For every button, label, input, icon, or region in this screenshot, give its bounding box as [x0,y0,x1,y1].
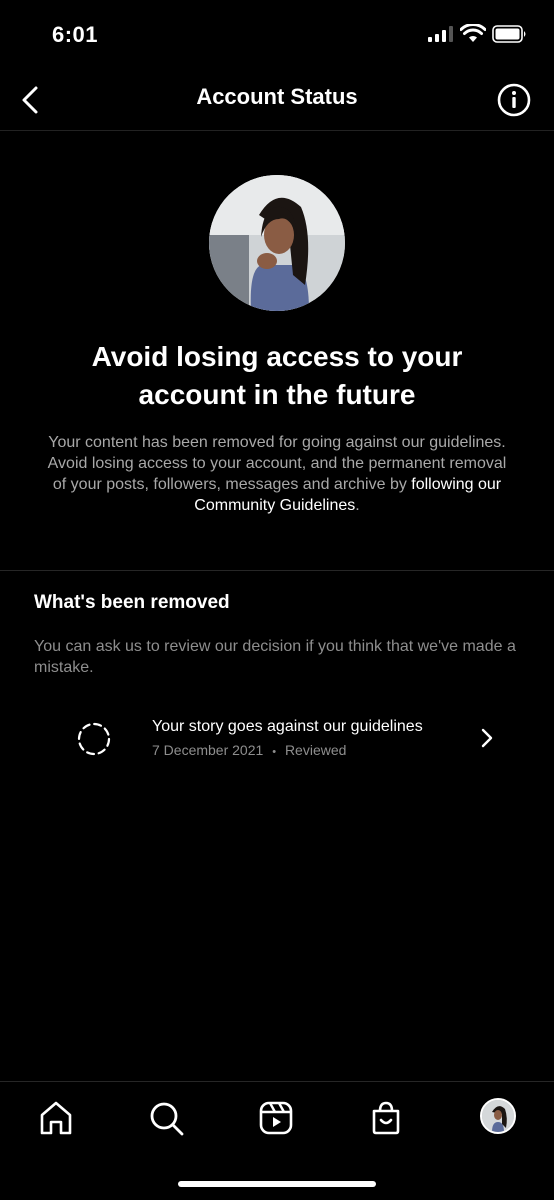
home-indicator [178,1181,376,1187]
navigation-header: Account Status [0,70,554,131]
profile-photo [209,175,345,311]
explanation-suffix: . [355,497,360,514]
profile-photo-image [209,175,345,311]
removed-item-status: Reviewed [284,742,347,758]
home-icon[interactable] [36,1098,76,1138]
story-dashed-circle-icon [77,722,111,756]
removed-section-description: You can ask us to review our decision if… [34,638,516,676]
bottom-tab-bar [0,1081,554,1162]
chevron-right-icon [481,728,493,748]
wifi-icon [460,24,486,42]
profile-tab-avatar[interactable] [480,1098,516,1134]
search-icon[interactable] [146,1098,186,1138]
explanation-text: Your content has been removed for going … [42,432,512,516]
removed-item-meta: 7 December 2021 • Reviewed [152,742,346,758]
status-time: 6:01 [52,22,99,47]
info-icon[interactable] [496,82,532,118]
headline: Avoid losing access to your account in t… [91,341,463,410]
shop-icon[interactable] [366,1098,406,1138]
removed-section-title: What's been removed [34,592,230,613]
removed-item-title: Your story goes against our guidelines [152,718,423,735]
status-bar: 6:01 [0,0,554,70]
reels-icon[interactable] [256,1098,296,1138]
battery-icon [492,25,526,43]
meta-separator: • [272,746,277,758]
section-divider [0,570,554,571]
cellular-signal-icon [428,26,453,42]
profile-avatar-image [482,1100,514,1132]
removed-content-item[interactable]: Your story goes against our guidelines 7… [0,705,554,769]
page-title: Account Status [196,84,358,109]
removed-item-date: 7 December 2021 [152,742,264,758]
